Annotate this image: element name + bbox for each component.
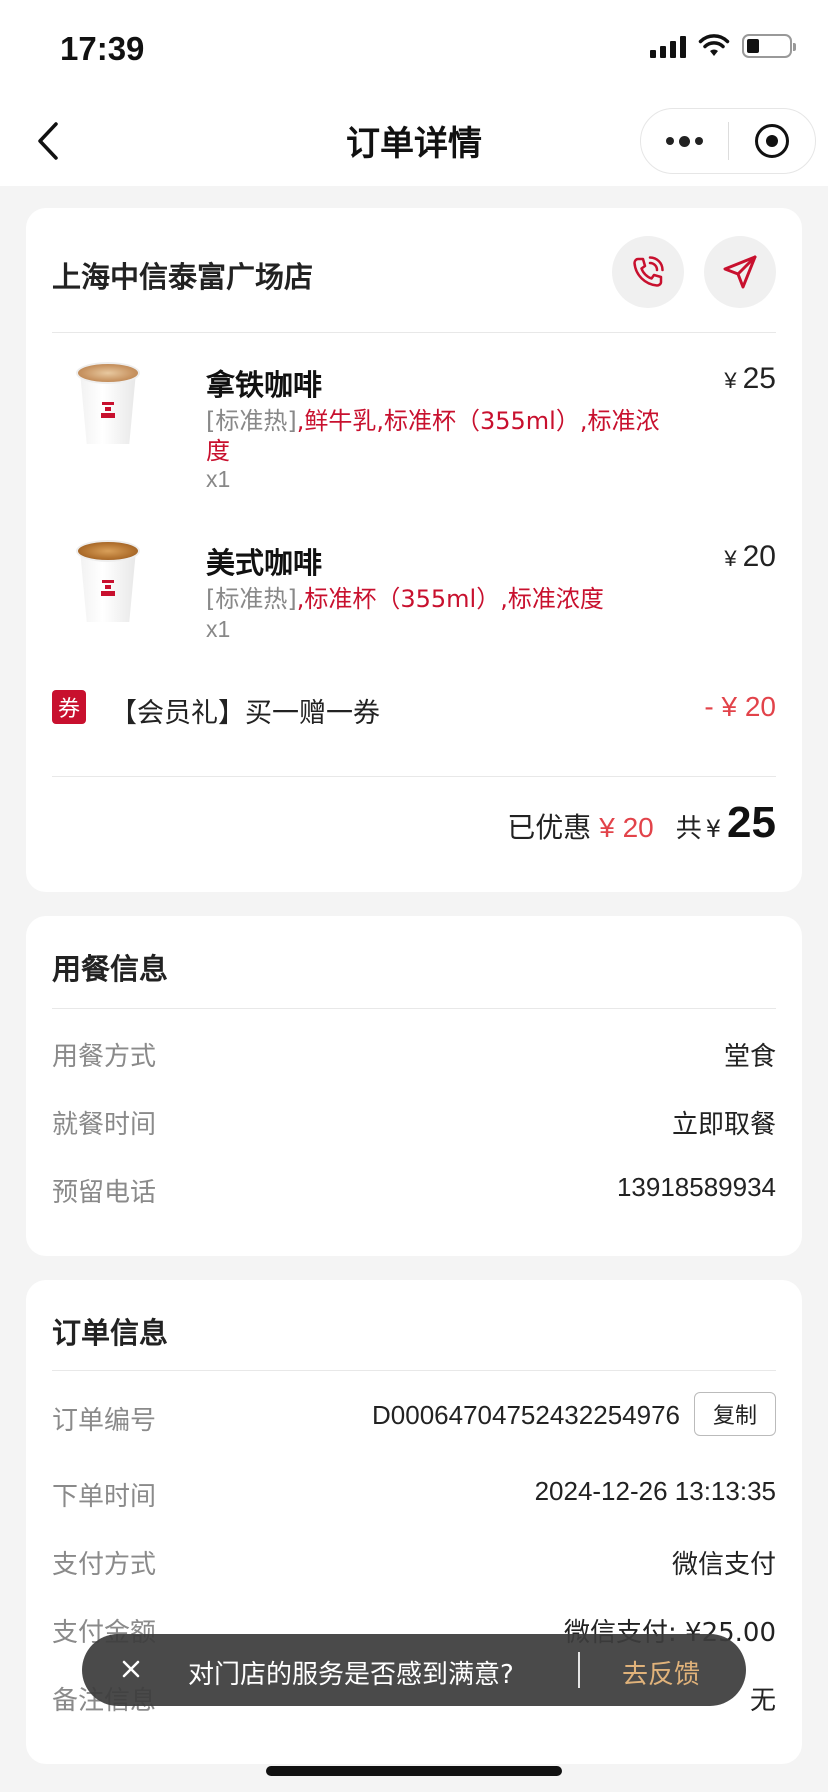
section-title: 订单信息	[52, 1316, 169, 1350]
item-spec-default: [标准热]	[206, 407, 297, 435]
currency-symbol: ¥	[724, 546, 737, 571]
target-icon	[754, 124, 789, 158]
row-label: 下单时间	[52, 1482, 157, 1512]
item-name: 美式咖啡	[206, 546, 323, 580]
saved-value: ¥ 20	[599, 812, 654, 843]
item-spec-options: ,标准杯（355ml）,标准浓度	[296, 585, 604, 613]
info-row: 下单时间 2024-12-26 13:13:35	[52, 1476, 776, 1516]
row-value: 堂食	[723, 1042, 776, 1072]
reserved-phone: 13918589934	[616, 1172, 776, 1202]
row-label: 支付方式	[52, 1550, 157, 1580]
info-row: 订单编号 D00064704752432254976 复制	[52, 1392, 776, 1440]
item-price: ¥25	[724, 362, 776, 396]
order-item: 美式咖啡 ¥20 [标准热],标准杯（355ml）,标准浓度 x1	[52, 504, 776, 642]
order-total: 已优惠 ¥ 20 共 ¥ 25	[507, 798, 776, 848]
order-item: 拿铁咖啡 ¥25 [标准热],鲜牛乳,标准杯（355ml）,标准浓度 x1	[52, 326, 776, 492]
item-price: ¥20	[724, 540, 776, 574]
row-label: 就餐时间	[52, 1110, 157, 1140]
divider	[52, 1370, 776, 1371]
latte-cup-image	[76, 362, 140, 444]
total-label: 共	[675, 814, 702, 844]
coupon-discount: - ¥ 20	[704, 691, 776, 722]
coupon-name: 【会员礼】买一赠一券	[110, 698, 380, 729]
item-spec: [标准热],标准杯（355ml）,标准浓度	[206, 584, 686, 614]
navigation-arrow-icon	[723, 255, 757, 289]
row-label: 订单编号	[52, 1406, 157, 1436]
total-currency: ¥	[705, 815, 722, 843]
order-time: 2024-12-26 13:13:35	[534, 1476, 776, 1506]
section-title: 用餐信息	[52, 952, 169, 986]
info-row: 预留电话 13918589934	[52, 1172, 776, 1212]
close-miniprogram-button[interactable]	[729, 109, 816, 173]
feedback-button[interactable]: 去反馈	[622, 1654, 700, 1691]
order-number: D00064704752432254976	[372, 1400, 680, 1430]
nav-bar: 订单详情	[0, 96, 828, 186]
close-icon	[122, 1660, 140, 1678]
toast-message: 对门店的服务是否感到满意?	[188, 1660, 514, 1690]
row-value: 立即取餐	[671, 1110, 776, 1140]
status-bar: 17:39	[0, 0, 828, 96]
row-label: 用餐方式	[52, 1042, 157, 1072]
toast-divider	[578, 1652, 580, 1688]
item-name: 拿铁咖啡	[206, 368, 323, 402]
copy-button[interactable]: 复制	[694, 1392, 776, 1436]
currency-symbol: ¥	[724, 368, 737, 393]
navigate-to-store-button[interactable]	[704, 236, 776, 308]
payment-method: 微信支付	[671, 1550, 776, 1580]
item-spec: [标准热],鲜牛乳,标准杯（355ml）,标准浓度	[206, 406, 686, 466]
remark: 无	[749, 1686, 776, 1716]
saved-label: 已优惠	[507, 811, 592, 844]
item-spec-options: ,鲜牛乳,标准杯（355ml）,标准浓	[296, 407, 660, 435]
phone-icon	[633, 256, 664, 287]
toast-close-button[interactable]	[114, 1652, 148, 1686]
row-label: 预留电话	[52, 1178, 157, 1208]
order-items-card: 上海中信泰富广场店 拿铁咖啡 ¥25 [标准热],鲜牛乳,标准杯（355ml）,…	[26, 208, 802, 892]
status-icons	[650, 34, 796, 58]
item-spec-default: [标准热]	[206, 585, 297, 613]
status-time: 17:39	[60, 30, 145, 67]
feedback-toast: 对门店的服务是否感到满意? 去反馈	[82, 1634, 746, 1706]
store-name: 上海中信泰富广场店	[52, 260, 314, 294]
item-quantity: x1	[206, 616, 231, 642]
wifi-icon	[698, 34, 730, 56]
dining-info-card: 用餐信息 用餐方式 堂食 就餐时间 立即取餐 预留电话 13918589934	[26, 916, 802, 1256]
cellular-signal-icon	[650, 34, 686, 58]
more-button[interactable]	[641, 109, 728, 173]
info-row: 就餐时间 立即取餐	[52, 1104, 776, 1144]
americano-cup-image	[76, 540, 140, 622]
home-indicator	[266, 1766, 562, 1776]
item-price-value: 25	[742, 362, 776, 395]
item-price-value: 20	[742, 540, 776, 573]
coupon-tag: 券	[52, 690, 86, 724]
miniprogram-capsule	[640, 108, 816, 174]
divider	[52, 1008, 776, 1009]
call-store-button[interactable]	[612, 236, 684, 308]
info-row: 用餐方式 堂食	[52, 1036, 776, 1076]
info-row: 支付方式 微信支付	[52, 1544, 776, 1584]
divider	[52, 776, 776, 777]
battery-icon	[742, 34, 796, 58]
item-spec-options-cont: 度	[206, 437, 230, 465]
more-dots-icon	[665, 135, 703, 147]
item-quantity: x1	[206, 466, 231, 492]
total-value: 25	[727, 798, 776, 847]
